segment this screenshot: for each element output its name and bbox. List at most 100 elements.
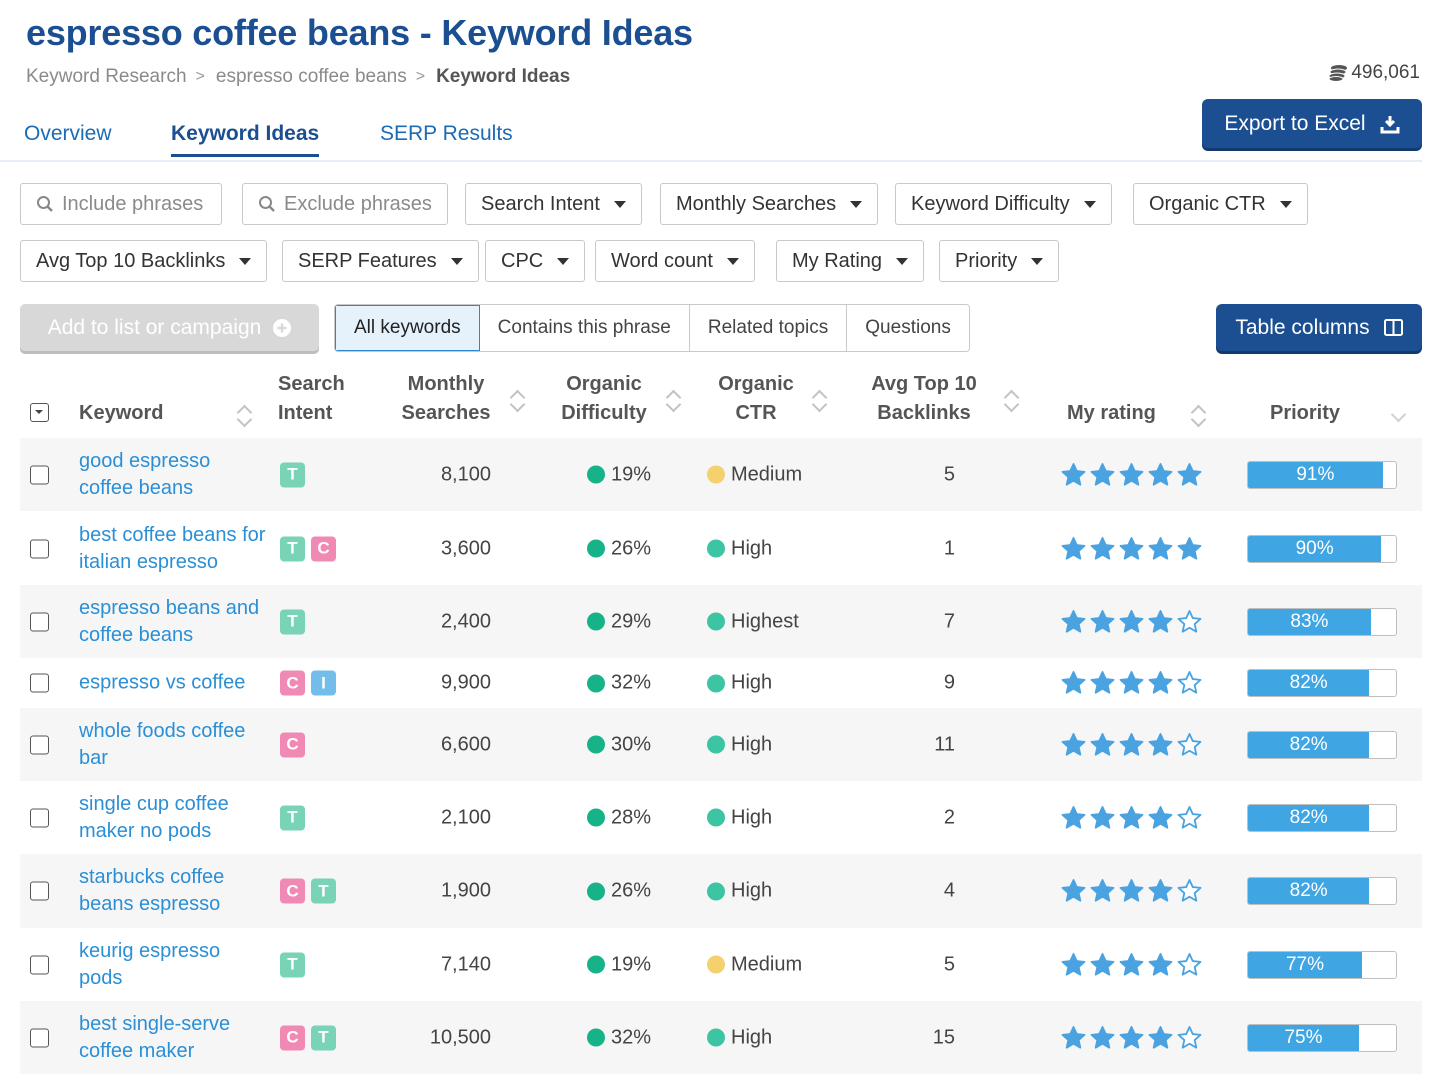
- sort-icon[interactable]: [1192, 404, 1206, 424]
- rating-stars[interactable]: [1060, 731, 1203, 758]
- word-count-dropdown[interactable]: Word count: [595, 240, 755, 282]
- star-filled-icon[interactable]: [1147, 1024, 1174, 1051]
- header-monthly-searches[interactable]: Monthly Searches: [398, 370, 494, 428]
- star-filled-icon[interactable]: [1060, 951, 1087, 978]
- star-filled-icon[interactable]: [1060, 878, 1087, 905]
- keyword-link[interactable]: keurig espresso pods: [79, 938, 269, 992]
- cpc-dropdown[interactable]: CPC: [485, 240, 586, 282]
- star-outline-icon[interactable]: [1176, 804, 1203, 831]
- my-rating-dropdown[interactable]: My Rating: [776, 240, 925, 282]
- star-filled-icon[interactable]: [1147, 535, 1174, 562]
- row-checkbox[interactable]: [30, 465, 49, 484]
- star-filled-icon[interactable]: [1118, 670, 1145, 697]
- star-filled-icon[interactable]: [1147, 608, 1174, 635]
- star-filled-icon[interactable]: [1089, 878, 1116, 905]
- star-filled-icon[interactable]: [1089, 670, 1116, 697]
- row-checkbox[interactable]: [30, 735, 49, 754]
- row-checkbox[interactable]: [30, 808, 49, 827]
- star-filled-icon[interactable]: [1089, 1024, 1116, 1051]
- star-outline-icon[interactable]: [1176, 951, 1203, 978]
- keyword-link[interactable]: single cup coffee maker no pods: [79, 791, 269, 845]
- star-filled-icon[interactable]: [1118, 1024, 1145, 1051]
- add-to-list-button[interactable]: Add to list or campaign: [20, 304, 319, 351]
- star-outline-icon[interactable]: [1176, 878, 1203, 905]
- rating-stars[interactable]: [1060, 461, 1203, 488]
- keyword-link[interactable]: good espresso coffee beans: [79, 448, 269, 502]
- star-filled-icon[interactable]: [1089, 804, 1116, 831]
- keyword-difficulty-dropdown[interactable]: Keyword Difficulty: [895, 183, 1112, 225]
- tab-overview[interactable]: Overview: [24, 122, 112, 154]
- star-filled-icon[interactable]: [1118, 804, 1145, 831]
- rating-stars[interactable]: [1060, 608, 1203, 635]
- keyword-link[interactable]: espresso vs coffee: [79, 670, 269, 697]
- exclude-phrases-input[interactable]: Exclude phrases: [242, 183, 448, 225]
- star-filled-icon[interactable]: [1089, 951, 1116, 978]
- sort-icon[interactable]: [1005, 389, 1019, 409]
- star-filled-icon[interactable]: [1176, 535, 1203, 562]
- rating-stars[interactable]: [1060, 535, 1203, 562]
- rating-stars[interactable]: [1060, 670, 1203, 697]
- star-filled-icon[interactable]: [1089, 731, 1116, 758]
- monthly-searches-dropdown[interactable]: Monthly Searches: [660, 183, 879, 225]
- star-filled-icon[interactable]: [1089, 608, 1116, 635]
- star-filled-icon[interactable]: [1060, 461, 1087, 488]
- sort-icon[interactable]: [813, 389, 827, 409]
- row-checkbox[interactable]: [30, 955, 49, 974]
- row-checkbox[interactable]: [30, 1028, 49, 1047]
- header-priority[interactable]: Priority: [1270, 399, 1340, 428]
- header-my-rating[interactable]: My rating: [1067, 399, 1156, 428]
- star-outline-icon[interactable]: [1176, 608, 1203, 635]
- keyword-link[interactable]: whole foods coffee bar: [79, 718, 269, 772]
- rating-stars[interactable]: [1060, 1024, 1203, 1051]
- serp-features-dropdown[interactable]: SERP Features: [282, 240, 479, 282]
- star-filled-icon[interactable]: [1118, 461, 1145, 488]
- header-keyword[interactable]: Keyword: [79, 399, 163, 428]
- breadcrumb-seed[interactable]: espresso coffee beans: [216, 66, 407, 88]
- keyword-link[interactable]: best coffee beans for italian espresso: [79, 522, 269, 576]
- star-outline-icon[interactable]: [1176, 670, 1203, 697]
- star-filled-icon[interactable]: [1089, 461, 1116, 488]
- star-filled-icon[interactable]: [1147, 804, 1174, 831]
- star-filled-icon[interactable]: [1147, 461, 1174, 488]
- star-filled-icon[interactable]: [1060, 804, 1087, 831]
- star-filled-icon[interactable]: [1060, 535, 1087, 562]
- select-all-checkbox[interactable]: [30, 403, 49, 422]
- sort-icon[interactable]: [667, 389, 681, 409]
- search-intent-dropdown[interactable]: Search Intent: [465, 183, 642, 225]
- star-filled-icon[interactable]: [1060, 670, 1087, 697]
- star-filled-icon[interactable]: [1118, 878, 1145, 905]
- segment-related-topics[interactable]: Related topics: [689, 305, 848, 351]
- segment-all-keywords[interactable]: All keywords: [335, 305, 480, 351]
- export-to-excel-button[interactable]: Export to Excel: [1202, 99, 1422, 148]
- row-checkbox[interactable]: [30, 673, 49, 693]
- breadcrumb-keyword-research[interactable]: Keyword Research: [26, 66, 187, 88]
- star-filled-icon[interactable]: [1089, 535, 1116, 562]
- header-organic-difficulty[interactable]: Organic Difficulty: [556, 370, 652, 428]
- sort-icon[interactable]: [511, 389, 525, 409]
- star-filled-icon[interactable]: [1118, 951, 1145, 978]
- row-checkbox[interactable]: [30, 881, 49, 901]
- rating-stars[interactable]: [1060, 804, 1203, 831]
- keyword-link[interactable]: starbucks coffee beans espresso: [79, 864, 269, 918]
- star-filled-icon[interactable]: [1118, 731, 1145, 758]
- keyword-link[interactable]: espresso beans and coffee beans: [79, 595, 269, 649]
- avg-top10-backlinks-dropdown[interactable]: Avg Top 10 Backlinks: [20, 240, 268, 282]
- keyword-link[interactable]: best single-serve coffee maker: [79, 1011, 269, 1065]
- organic-ctr-dropdown[interactable]: Organic CTR: [1133, 183, 1308, 225]
- priority-dropdown[interactable]: Priority: [939, 240, 1060, 282]
- star-outline-icon[interactable]: [1176, 731, 1203, 758]
- segment-contains-phrase[interactable]: Contains this phrase: [479, 305, 690, 351]
- star-filled-icon[interactable]: [1118, 608, 1145, 635]
- header-avg-top10-backlinks[interactable]: Avg Top 10 Backlinks: [860, 370, 988, 428]
- rating-stars[interactable]: [1060, 878, 1203, 905]
- star-filled-icon[interactable]: [1176, 461, 1203, 488]
- include-phrases-input[interactable]: Include phrases: [20, 183, 222, 225]
- star-filled-icon[interactable]: [1147, 670, 1174, 697]
- header-organic-ctr[interactable]: Organic CTR: [708, 370, 804, 428]
- row-checkbox[interactable]: [30, 539, 49, 558]
- table-columns-button[interactable]: Table columns: [1216, 304, 1422, 351]
- tab-serp-results[interactable]: SERP Results: [380, 122, 513, 154]
- star-filled-icon[interactable]: [1118, 535, 1145, 562]
- sort-desc-icon[interactable]: [1392, 409, 1406, 429]
- row-checkbox[interactable]: [30, 612, 49, 631]
